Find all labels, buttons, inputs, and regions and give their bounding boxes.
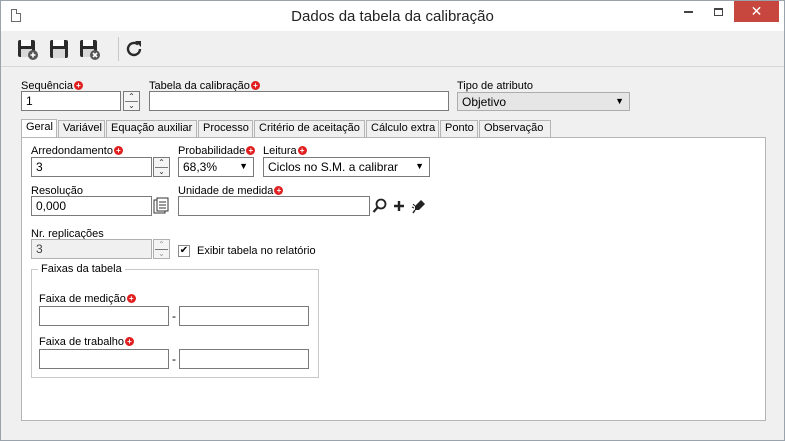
toolbar-separator xyxy=(118,37,119,61)
dialog-window: Dados da tabela da calibração ✕ Sequênci… xyxy=(0,0,785,441)
tab-variavel[interactable]: Variável xyxy=(58,120,105,137)
faixa-medicao-min-input[interactable] xyxy=(39,306,169,326)
faixa-medicao-label: Faixa de medição + xyxy=(39,293,136,305)
dropdown-arrow-icon: ▼ xyxy=(239,161,248,171)
required-icon: + xyxy=(274,186,284,195)
range-dash: - xyxy=(172,309,176,323)
tab-observacao[interactable]: Observação xyxy=(479,120,551,137)
refresh-button[interactable] xyxy=(122,37,146,61)
minimize-button[interactable] xyxy=(674,1,702,22)
tab-ponto[interactable]: Ponto xyxy=(440,120,478,137)
close-button[interactable]: ✕ xyxy=(734,1,779,22)
refresh-icon xyxy=(126,41,142,57)
minimize-icon xyxy=(683,10,693,13)
spin-up-icon: ⌃ xyxy=(128,92,135,101)
add-unidade-button[interactable] xyxy=(391,197,407,215)
faixa-medicao-max-input[interactable] xyxy=(179,306,309,326)
required-icon: + xyxy=(113,146,123,155)
tipo-atributo-value: Objetivo xyxy=(462,95,507,109)
save-new-button[interactable] xyxy=(16,37,40,61)
required-icon: + xyxy=(74,81,83,90)
toolbar xyxy=(1,31,784,67)
leitura-label: Leitura + xyxy=(263,145,307,157)
arredondamento-input[interactable]: 3 xyxy=(31,157,152,177)
required-icon: + xyxy=(126,294,136,303)
tab-equacao-auxiliar[interactable]: Equação auxiliar xyxy=(106,120,197,137)
probabilidade-select[interactable]: 68,3% ▼ xyxy=(178,157,254,177)
checkmark-icon: ✔ xyxy=(179,245,189,256)
tab-criterio-aceitacao[interactable]: Critério de aceitação xyxy=(254,120,365,137)
leitura-value: Ciclos no S.M. a calibrar xyxy=(268,160,399,174)
tab-calculo-extra[interactable]: Cálculo extra xyxy=(366,120,439,137)
required-icon: + xyxy=(250,81,260,90)
faixa-trabalho-min-input[interactable] xyxy=(39,349,169,369)
save-button[interactable] xyxy=(47,37,71,61)
spin-down-icon: ⌄ xyxy=(158,249,165,258)
unidade-medida-input[interactable] xyxy=(178,196,370,216)
search-icon xyxy=(372,198,387,213)
probabilidade-label: Probabilidade + xyxy=(178,145,256,157)
replicacoes-spinner[interactable]: ⌃ ⌄ xyxy=(153,239,170,259)
save-icon xyxy=(50,40,68,58)
probabilidade-value: 68,3% xyxy=(183,160,218,174)
sequencia-spinner[interactable]: ⌃ ⌄ xyxy=(123,91,140,111)
resolucao-input[interactable]: 0,000 xyxy=(31,196,152,216)
save-close-icon xyxy=(80,40,100,60)
maximize-icon xyxy=(713,7,723,16)
faixas-legend: Faixas da tabela xyxy=(38,263,125,275)
required-icon: + xyxy=(125,337,134,346)
tab-processo[interactable]: Processo xyxy=(198,120,253,137)
exibir-tabela-label: Exibir tabela no relatório xyxy=(197,245,316,257)
close-icon: ✕ xyxy=(750,3,763,19)
eraser-icon xyxy=(411,200,425,214)
plus-icon xyxy=(394,201,404,211)
tipo-atributo-select[interactable]: Objetivo ▼ xyxy=(457,92,630,111)
resolucao-list-button[interactable] xyxy=(153,197,169,215)
exibir-tabela-checkbox[interactable]: ✔ xyxy=(178,245,190,257)
dropdown-arrow-icon: ▼ xyxy=(415,161,424,171)
required-icon: + xyxy=(246,146,256,155)
save-close-button[interactable] xyxy=(78,37,102,61)
spin-up-icon: ⌃ xyxy=(158,158,165,167)
faixa-trabalho-max-input[interactable] xyxy=(179,349,309,369)
tab-geral[interactable]: Geral xyxy=(21,119,57,137)
range-dash: - xyxy=(172,352,176,366)
search-unidade-button[interactable] xyxy=(372,197,388,215)
leitura-select[interactable]: Ciclos no S.M. a calibrar ▼ xyxy=(263,157,430,177)
spin-up-icon: ⌃ xyxy=(158,240,165,249)
spin-down-icon: ⌄ xyxy=(158,167,165,176)
tabela-input[interactable] xyxy=(149,91,449,111)
clear-unidade-button[interactable] xyxy=(411,197,427,215)
required-icon: + xyxy=(297,146,307,155)
arredondamento-spinner[interactable]: ⌃ ⌄ xyxy=(153,157,170,177)
tipo-atributo-label: Tipo de atributo xyxy=(457,80,534,92)
window-title: Dados da tabela da calibração xyxy=(291,8,494,25)
replicacoes-input[interactable]: 3 xyxy=(31,239,152,259)
sequencia-input[interactable]: 1 xyxy=(21,91,121,111)
dropdown-arrow-icon: ▼ xyxy=(615,96,624,106)
title-bar: Dados da tabela da calibração ✕ xyxy=(1,1,784,31)
list-icon xyxy=(153,197,169,214)
spin-down-icon: ⌄ xyxy=(128,101,135,110)
maximize-button[interactable] xyxy=(704,1,732,22)
save-new-icon xyxy=(18,40,38,60)
arredondamento-label: Arredondamento + xyxy=(31,145,123,157)
faixa-trabalho-label: Faixa de trabalho + xyxy=(39,336,134,348)
